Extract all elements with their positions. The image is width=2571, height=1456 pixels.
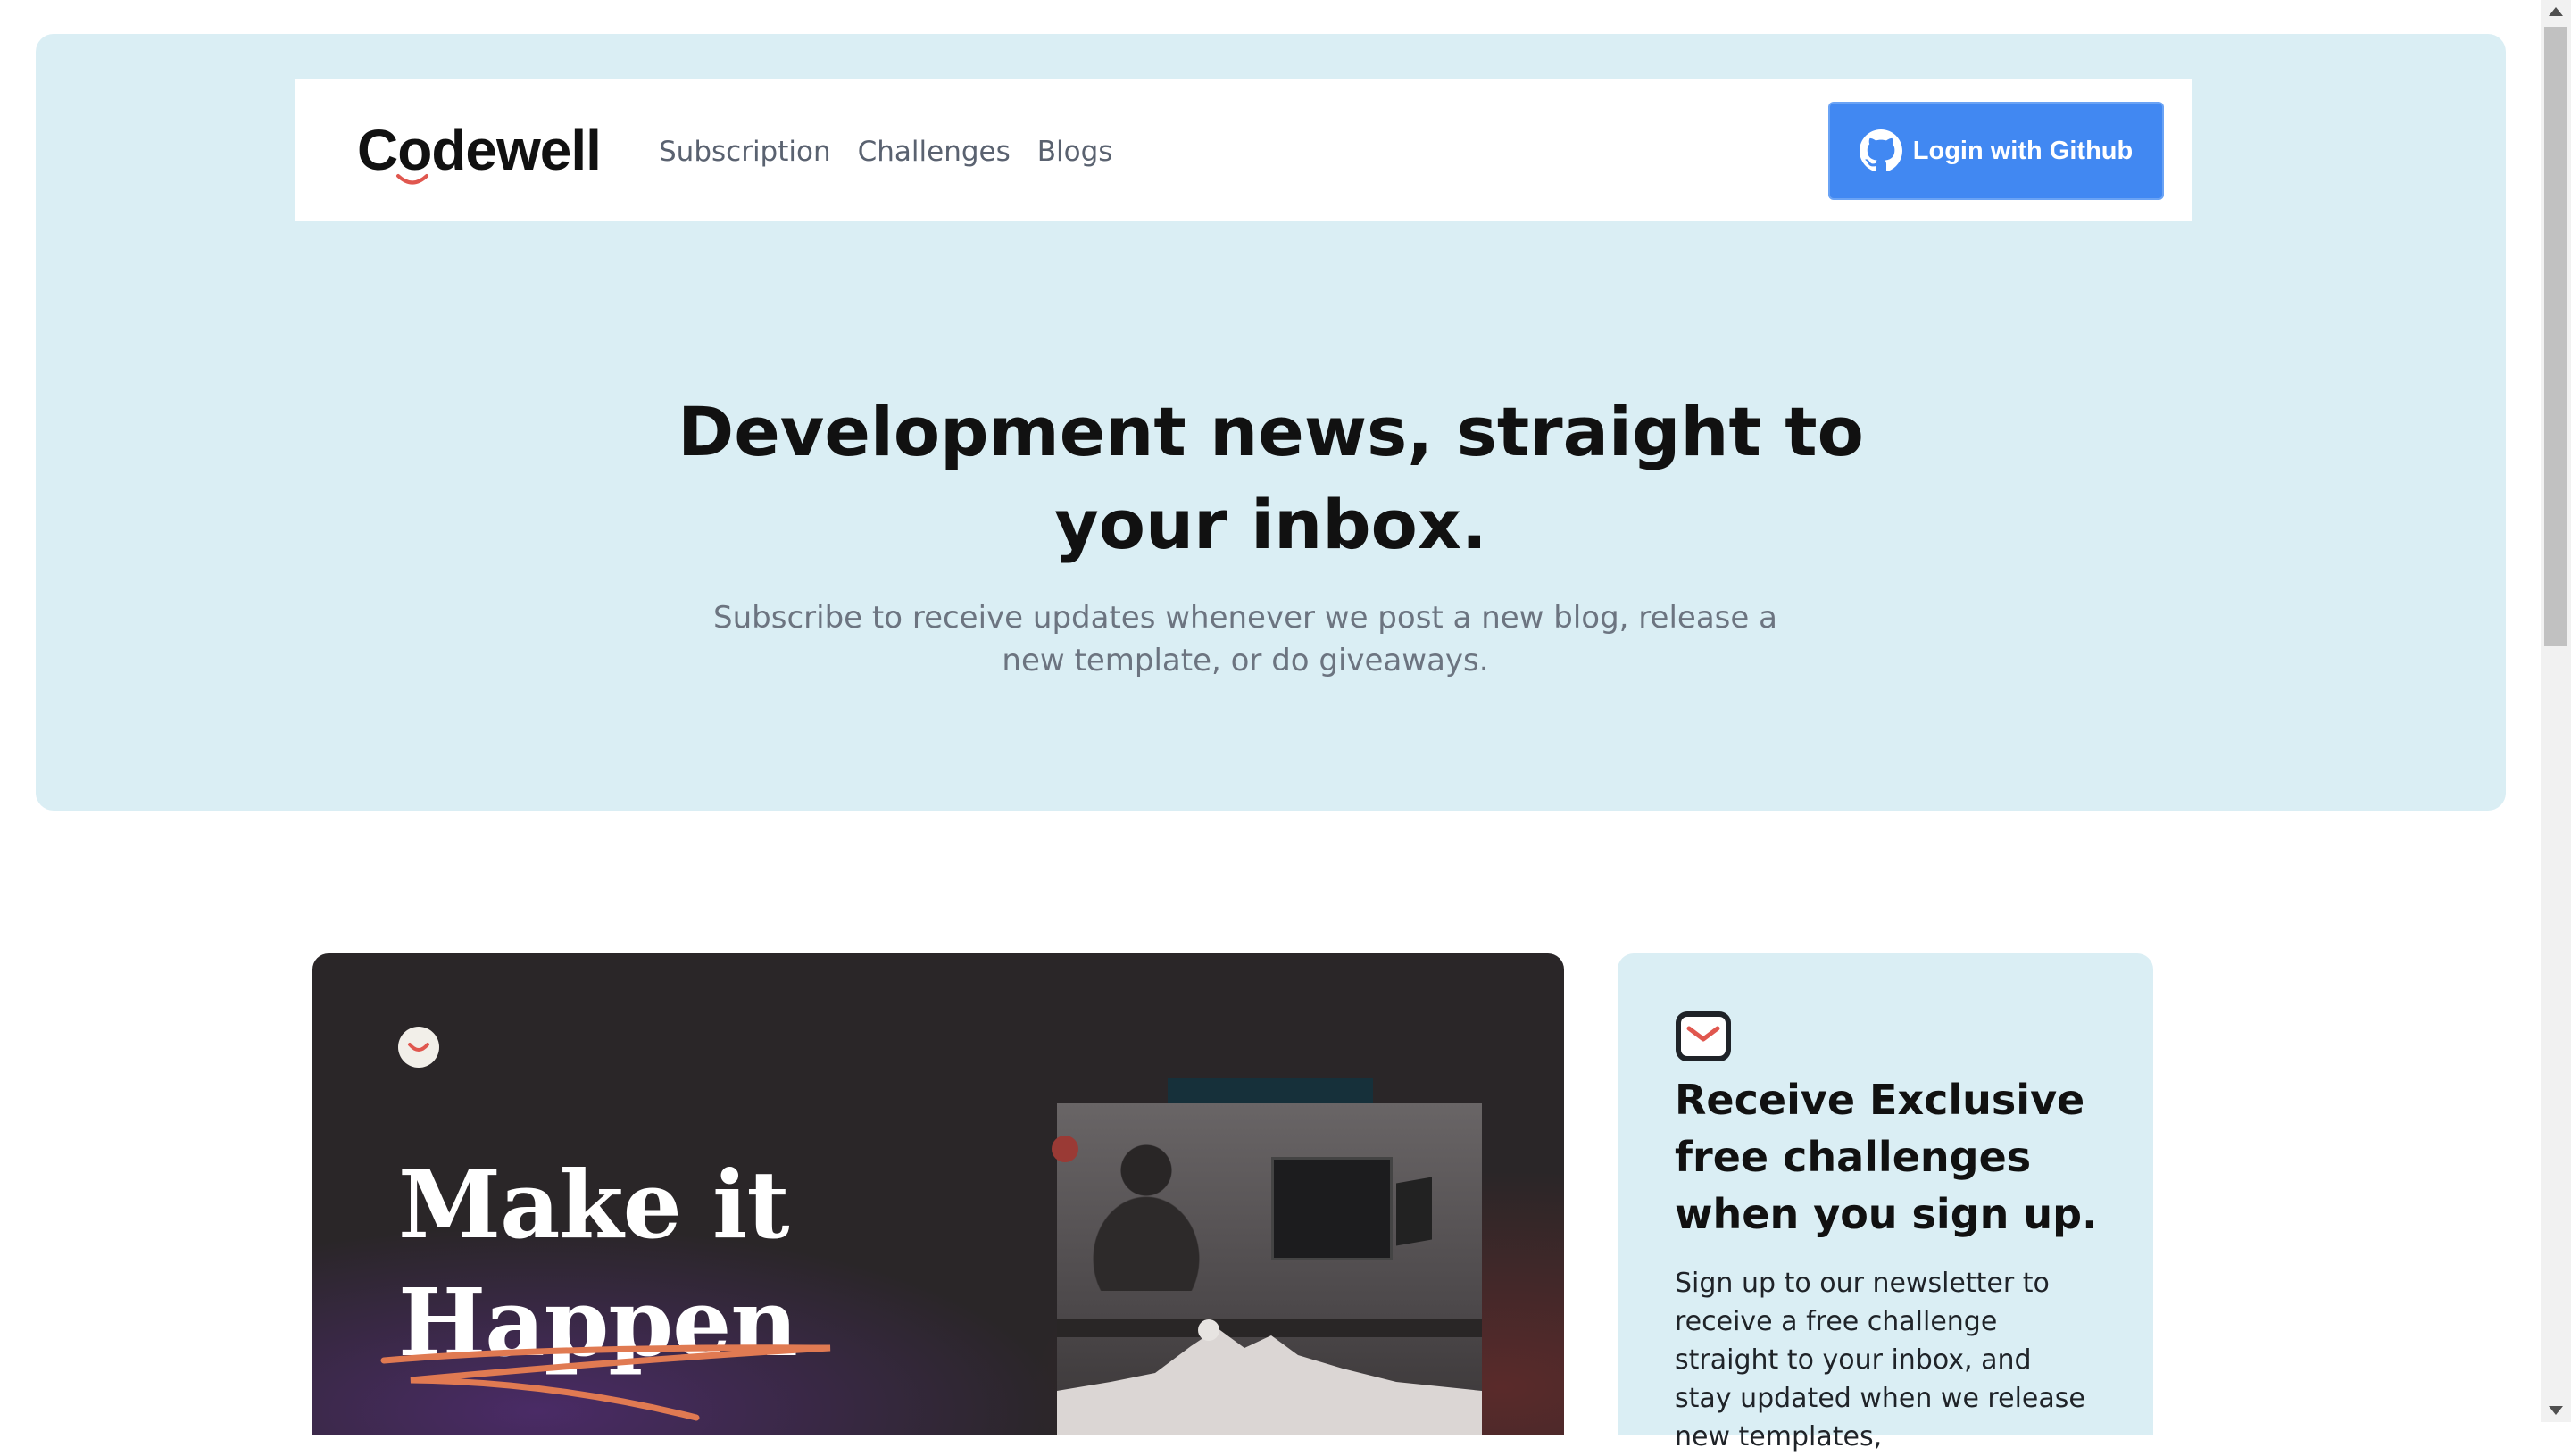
logo-text: Codewell [357,118,602,182]
login-button-label: Login with Github [1912,136,2134,165]
code-screen-strip [1168,1078,1373,1103]
hero-title: Development news, straight to your inbox… [36,386,2506,571]
hero-title-line1: Development news, straight to [678,392,1864,471]
smile-badge-icon [398,1027,439,1068]
nav-link-subscription[interactable]: Subscription [659,132,831,171]
promo-headline-line1: Make it [398,1150,789,1260]
github-icon [1859,129,1902,171]
hero-title-line2: your inbox. [1054,485,1487,564]
login-with-github-button[interactable]: Login with Github [1828,102,2164,200]
monitor-graphic [1271,1157,1393,1260]
signup-title: Receive Exclusive free challenges when y… [1675,1076,2098,1238]
mail-icon [1676,1011,1731,1061]
logo[interactable]: Codewell [357,116,602,185]
person-silhouette [1093,1130,1200,1291]
signup-text: Sign up to our newsletter to receive a f… [1675,1268,2085,1452]
vertical-scrollbar[interactable] [2541,0,2571,1422]
nav-link-challenges[interactable]: Challenges [858,132,1011,171]
side-monitor-graphic [1396,1177,1432,1246]
developer-photo [1057,1103,1482,1435]
scroll-down-arrow-icon[interactable] [2549,1406,2563,1415]
red-dot-decoration [1052,1136,1078,1162]
brush-stroke-decoration [380,1344,831,1421]
scroll-up-arrow-icon[interactable] [2549,7,2563,16]
promo-image-card: Make it Happen [312,953,1564,1435]
nav-link-blogs[interactable]: Blogs [1037,132,1113,171]
signup-card: Receive Exclusive free challenges when y… [1618,953,2153,1452]
logo-smile-icon [396,174,428,185]
navbar: Codewell Subscription Challenges Blogs L… [295,79,2192,221]
nav-links: Subscription Challenges Blogs [659,132,1112,171]
mountain-graphic [1057,1319,1482,1435]
hero-subtitle: Subscribe to receive updates whenever we… [713,600,1777,678]
scrollbar-thumb[interactable] [2544,27,2567,646]
